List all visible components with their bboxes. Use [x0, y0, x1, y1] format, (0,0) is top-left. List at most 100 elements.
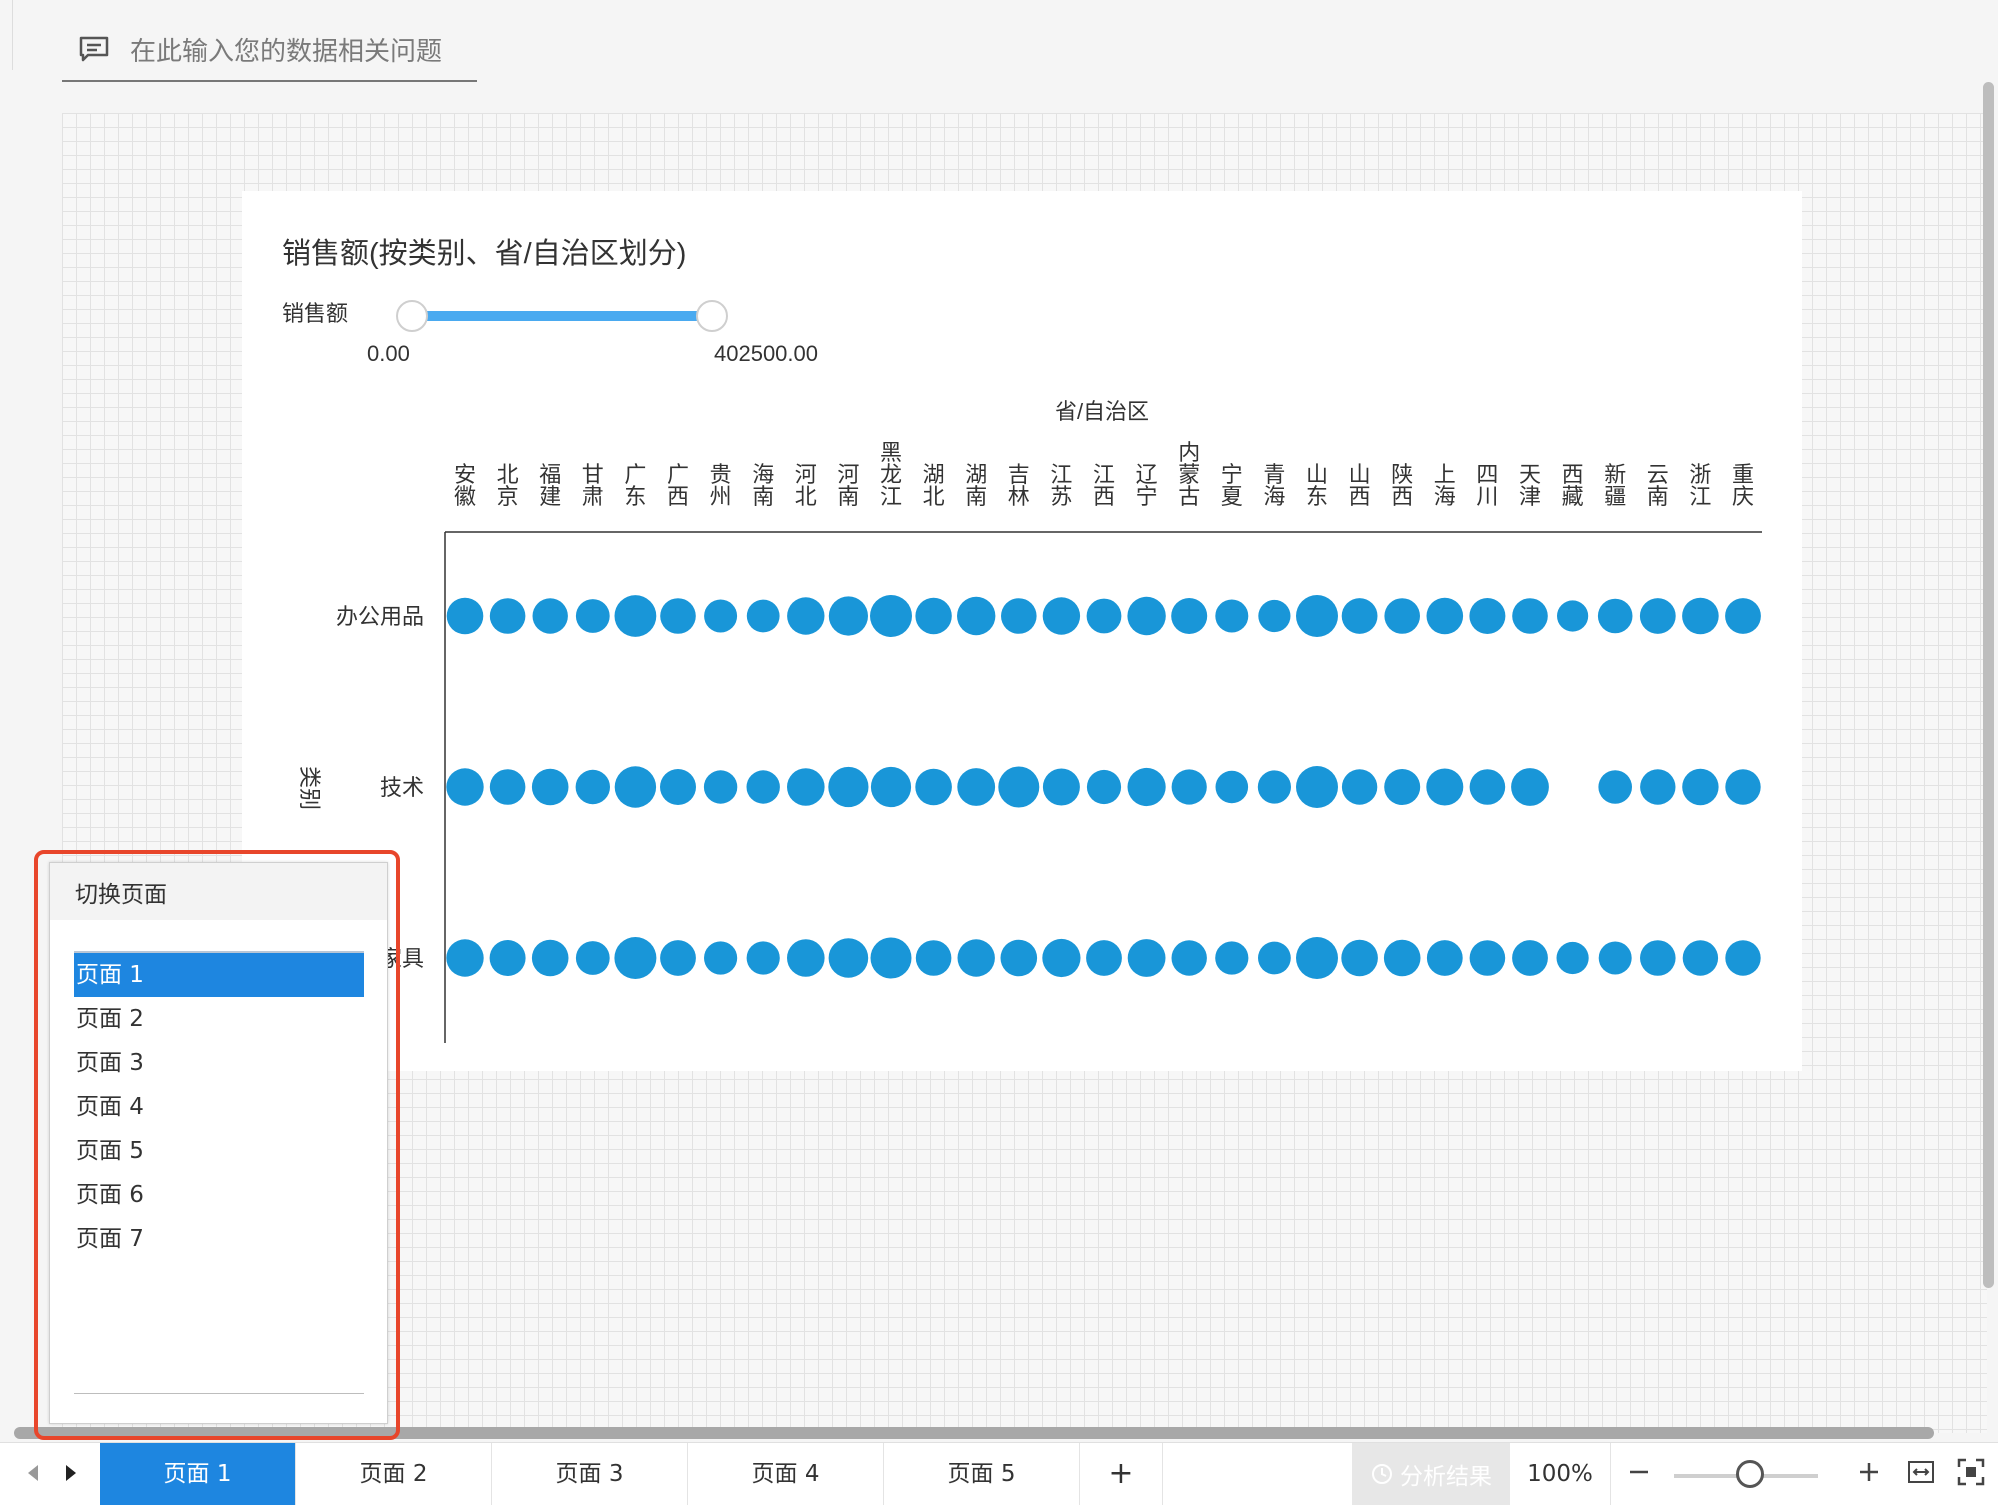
- bubble-point[interactable]: [1171, 769, 1207, 805]
- bubble-point[interactable]: [787, 768, 825, 806]
- bubble-point[interactable]: [446, 939, 484, 977]
- bubble-point[interactable]: [870, 766, 912, 808]
- bubble-point[interactable]: [1258, 941, 1291, 975]
- bubble-point[interactable]: [870, 595, 912, 637]
- bubble-point[interactable]: [1725, 940, 1761, 976]
- bubble-point[interactable]: [787, 939, 825, 977]
- bubble-point[interactable]: [1426, 597, 1464, 635]
- bubble-point[interactable]: [1469, 940, 1506, 976]
- bubble-point[interactable]: [532, 598, 568, 634]
- bubble-point[interactable]: [703, 770, 738, 804]
- bubble-point[interactable]: [828, 766, 869, 808]
- page-tab[interactable]: 页面 3: [492, 1443, 688, 1505]
- bubble-point[interactable]: [489, 769, 526, 805]
- bubble-point[interactable]: [1341, 598, 1378, 634]
- bubble-point[interactable]: [1127, 767, 1166, 807]
- bubble-point[interactable]: [614, 595, 657, 637]
- bubble-point[interactable]: [1257, 770, 1291, 804]
- bubble-point[interactable]: [1042, 597, 1081, 635]
- bubble-point[interactable]: [531, 939, 569, 977]
- bubble-point[interactable]: [1042, 768, 1080, 806]
- bubble-point[interactable]: [1682, 597, 1719, 635]
- bubble-point[interactable]: [1384, 769, 1421, 805]
- chevron-right-icon[interactable]: [60, 1461, 80, 1485]
- fit-screen-icon[interactable]: [1956, 1457, 1986, 1487]
- bubble-point[interactable]: [1086, 940, 1122, 976]
- bubble-point[interactable]: [746, 941, 780, 975]
- bubble-point[interactable]: [660, 940, 696, 976]
- bubble-point[interactable]: [1640, 769, 1676, 805]
- bubble-point[interactable]: [1341, 769, 1378, 805]
- bubble-point[interactable]: [614, 766, 657, 808]
- bubble-point[interactable]: [1000, 939, 1038, 977]
- bubble-point[interactable]: [746, 770, 780, 804]
- bubble-point[interactable]: [446, 768, 484, 806]
- range-slider-max-handle[interactable]: [696, 300, 728, 332]
- analysis-results-button[interactable]: 分析结果: [1352, 1443, 1510, 1505]
- bubble-point[interactable]: [446, 597, 484, 635]
- page-tab[interactable]: 页面 4: [688, 1443, 884, 1505]
- bubble-point[interactable]: [1171, 940, 1207, 976]
- bubble-point[interactable]: [1598, 770, 1632, 804]
- bubble-point[interactable]: [1086, 598, 1122, 634]
- bubble-point[interactable]: [1383, 939, 1421, 977]
- bubble-point[interactable]: [1639, 598, 1676, 634]
- bubble-point[interactable]: [915, 940, 952, 976]
- bubble-point[interactable]: [1215, 770, 1249, 804]
- bubble-point[interactable]: [1215, 941, 1249, 975]
- bubble-point[interactable]: [1171, 598, 1208, 634]
- bubble-point[interactable]: [870, 937, 912, 979]
- bubble-point[interactable]: [1215, 599, 1249, 633]
- bubble-point[interactable]: [1556, 941, 1589, 975]
- vertical-scrollbar[interactable]: [1983, 82, 1994, 1288]
- zoom-slider-handle[interactable]: [1736, 1460, 1764, 1488]
- bubble-point[interactable]: [957, 596, 996, 636]
- query-bar[interactable]: 在此输入您的数据相关问题: [62, 18, 477, 82]
- bubble-point[interactable]: [1426, 940, 1463, 976]
- bubble-point[interactable]: [489, 598, 526, 634]
- bubble-point[interactable]: [660, 769, 696, 805]
- bubble-point[interactable]: [1258, 599, 1291, 633]
- bubble-point[interactable]: [1682, 768, 1719, 806]
- bubble-point[interactable]: [998, 766, 1040, 808]
- bubble-point[interactable]: [915, 768, 952, 806]
- bubble-point[interactable]: [1511, 768, 1549, 806]
- bubble-point[interactable]: [1557, 600, 1589, 632]
- bubble-point[interactable]: [575, 599, 610, 633]
- chart-card[interactable]: 销售额(按类别、省/自治区划分) 销售额 0.00 402500.00 省/自治…: [242, 191, 1802, 1071]
- bubble-point[interactable]: [1127, 939, 1166, 977]
- add-page-button[interactable]: +: [1080, 1443, 1163, 1505]
- fit-width-icon[interactable]: [1906, 1457, 1936, 1487]
- bubble-point[interactable]: [1512, 940, 1548, 976]
- bubble-point[interactable]: [489, 940, 526, 976]
- bubble-point[interactable]: [1640, 940, 1676, 976]
- bubble-point[interactable]: [1725, 598, 1761, 634]
- bubble-point[interactable]: [1296, 937, 1338, 979]
- bubble-point[interactable]: [1042, 938, 1081, 978]
- page-tab[interactable]: 页面 5: [884, 1443, 1080, 1505]
- page-tab[interactable]: 页面 2: [296, 1443, 492, 1505]
- bubble-point[interactable]: [1725, 769, 1761, 805]
- bubble-point[interactable]: [704, 599, 738, 633]
- bubble-point[interactable]: [1127, 596, 1166, 636]
- bubble-point[interactable]: [575, 941, 610, 975]
- bubble-point[interactable]: [1598, 941, 1632, 975]
- chevron-left-icon[interactable]: [24, 1461, 44, 1485]
- range-slider-min-handle[interactable]: [396, 300, 428, 332]
- bubble-point[interactable]: [1469, 598, 1506, 634]
- bubble-point[interactable]: [828, 938, 869, 978]
- zoom-in-icon[interactable]: [1854, 1457, 1884, 1487]
- bubble-point[interactable]: [828, 596, 869, 636]
- bubble-point[interactable]: [1001, 598, 1037, 634]
- bubble-point[interactable]: [1296, 595, 1338, 637]
- bubble-point[interactable]: [746, 599, 780, 633]
- bubble-point[interactable]: [1296, 766, 1338, 808]
- query-input-placeholder[interactable]: 在此输入您的数据相关问题: [130, 31, 442, 68]
- bubble-point[interactable]: [1597, 598, 1633, 634]
- bubble-point[interactable]: [787, 597, 825, 635]
- bubble-point[interactable]: [1426, 768, 1464, 806]
- bubble-point[interactable]: [1384, 598, 1420, 634]
- page-tab[interactable]: 页面 1: [100, 1443, 296, 1505]
- bubble-point[interactable]: [1682, 940, 1719, 976]
- bubble-point[interactable]: [957, 768, 996, 806]
